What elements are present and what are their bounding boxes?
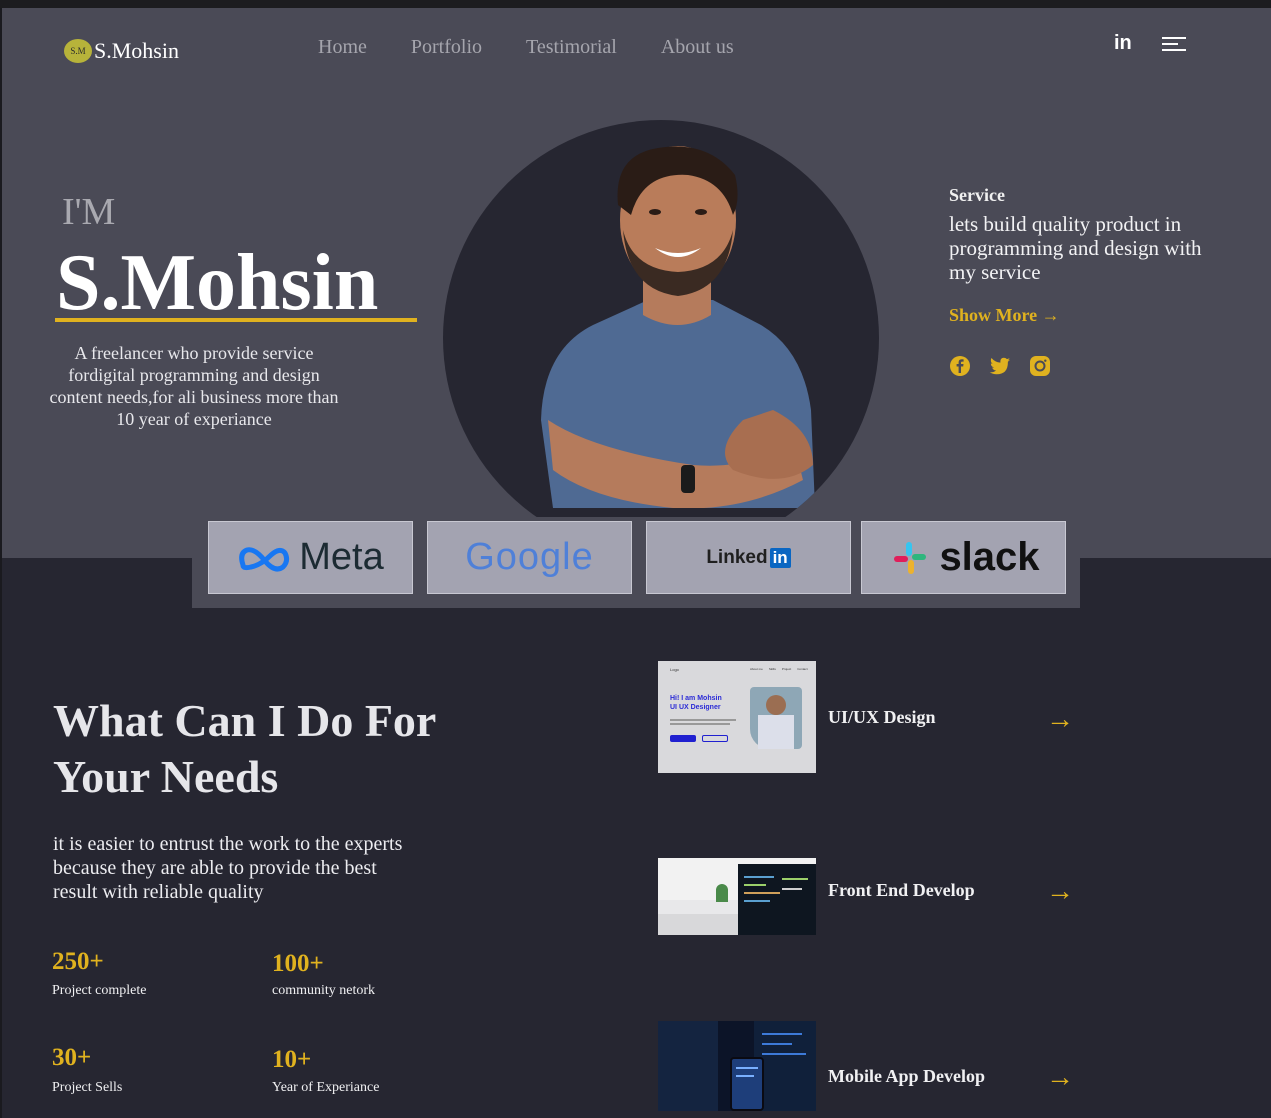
site-logo[interactable]: S.M S.Mohsin [64,38,179,64]
nav-home[interactable]: Home [318,36,367,59]
mockup-greeting: Hi! I am Mohsin [670,695,722,702]
stat-label: Project complete [52,983,147,998]
stat-value: 30+ [52,1044,92,1071]
mockup-nav-item: Project [781,667,792,671]
stat-label: community netork [272,983,376,998]
meta-infinity-icon [239,546,290,571]
instagram-icon[interactable] [1029,355,1051,377]
stat-value: 10+ [272,1046,312,1073]
nav-testimonial[interactable]: Testimorial [526,36,617,59]
facebook-icon[interactable] [949,355,971,377]
service-label: Service [949,185,1005,205]
brand-meta-label: Meta [299,536,384,578]
arrow-right-icon[interactable]: → [1046,1062,1074,1094]
arrow-right-icon[interactable]: → [1046,704,1074,736]
logo-text: S.Mohsin [94,38,179,63]
service-title: Front End Develop [828,880,975,900]
nav-about[interactable]: About us [661,36,734,59]
browser-top-edge [0,0,1271,8]
service-text: lets build quality product in programmin… [949,212,1202,284]
brand-linkedin: Linked in [646,521,851,594]
brand-google-label: Google [465,536,594,578]
brand-meta: Meta [208,521,413,594]
mockup-role: UI UX Designer [670,704,721,711]
logo-badge: S.M [64,39,92,63]
services-description: it is easier to entrust the work to the … [53,833,403,903]
service-title: Mobile App Develop [828,1066,986,1086]
brand-linkedin-label: Linked [706,546,768,568]
person-illustration [541,146,815,508]
brand-google: Google [427,521,632,594]
slack-logo-icon [894,541,927,574]
name-underline [55,318,417,322]
stat-value: 100+ [272,950,324,977]
brand-slack: slack [861,521,1066,594]
hamburger-menu-icon[interactable] [1162,37,1186,53]
mockup-logo: Logo [670,667,679,672]
mobile-app-thumbnail[interactable] [658,1021,816,1111]
twitter-icon[interactable] [989,355,1011,377]
uiux-thumbnail[interactable]: Logo About me Skills Project Contact Hi!… [658,661,816,773]
mockup-nav-item: Contact [797,667,808,671]
linkedin-icon[interactable]: in [1114,32,1132,55]
service-title: UI/UX Design [828,707,936,727]
hero-name: S.Mohsin [56,239,379,327]
brand-slack-label: slack [939,535,1040,579]
hero-intro: A freelancer who provide service fordigi… [49,343,339,429]
show-more-link[interactable]: Show More → [949,305,1060,326]
frontend-thumbnail[interactable] [658,858,816,935]
stat-label: Project Sells [52,1080,123,1095]
mockup-nav: About me Skills Project Contact [750,667,808,671]
nav-portfolio[interactable]: Portfolio [411,36,482,59]
social-links [949,355,1051,377]
mockup-nav-item: About me [750,667,763,671]
main-nav: Home Portfolio Testimorial About us [318,36,778,59]
brand-linkedin-badge: in [769,547,791,568]
hero-im: I'M [62,191,116,233]
services-heading: What Can I Do For Your Needs [53,695,436,802]
arrow-right-icon[interactable]: → [1046,876,1074,908]
stat-label: Year of Experiance [272,1080,380,1095]
stat-value: 250+ [52,948,104,975]
profile-photo [443,120,879,556]
mockup-nav-item: Skills [768,667,776,671]
